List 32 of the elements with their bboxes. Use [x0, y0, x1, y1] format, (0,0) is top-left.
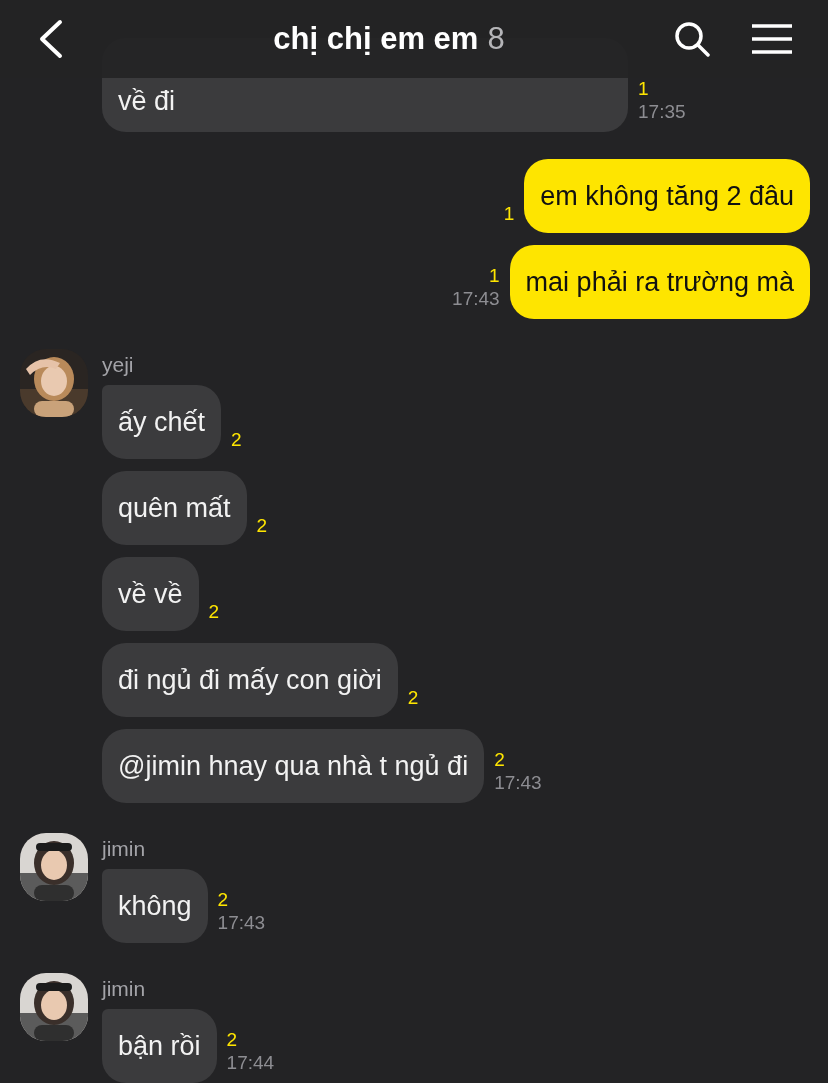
member-count: 8 — [487, 19, 505, 58]
message-text: về đi — [118, 85, 177, 118]
message-bubble: về về — [102, 557, 199, 631]
unread-count: 1 — [489, 265, 500, 287]
message-bubble: đi ngủ đi mấy con giời — [102, 643, 398, 717]
unread-count: 1 — [503, 203, 515, 225]
search-icon[interactable] — [674, 21, 710, 57]
sender-name: jimin — [102, 976, 146, 999]
unread-count: 2 — [256, 515, 268, 537]
unread-count: 2 — [407, 687, 419, 709]
message-bubble: @jimin hnay qua nhà t ngủ đi — [102, 729, 485, 803]
unread-count: 2 — [494, 749, 505, 771]
message-time: 17:35 — [638, 100, 686, 124]
unread-count: 1 — [638, 78, 649, 100]
message-bubble: mai phải ra trường mà — [509, 245, 810, 319]
unread-count: 2 — [217, 889, 229, 911]
unread-count: 2 — [208, 601, 220, 623]
message-bubble: ấy chết — [102, 385, 222, 459]
unread-count: 2 — [226, 1029, 238, 1051]
message-time: 17:43 — [452, 287, 500, 311]
message-time: 17:44 — [226, 1051, 275, 1075]
message-time: 17:43 — [494, 771, 542, 795]
message-bubble: quên mất — [102, 471, 247, 545]
sender-name: yeji — [102, 352, 134, 375]
menu-icon[interactable] — [752, 24, 792, 54]
message-bubble: bận rồi — [102, 1009, 217, 1083]
message-bubble: không — [102, 869, 208, 943]
unread-count: 2 — [231, 429, 242, 451]
sender-name: jimin — [102, 836, 146, 859]
message-time: 17:43 — [217, 911, 266, 935]
message-bubble: em không tăng 2 đâu — [524, 159, 810, 233]
chat-title: chị chị em em — [273, 19, 479, 58]
